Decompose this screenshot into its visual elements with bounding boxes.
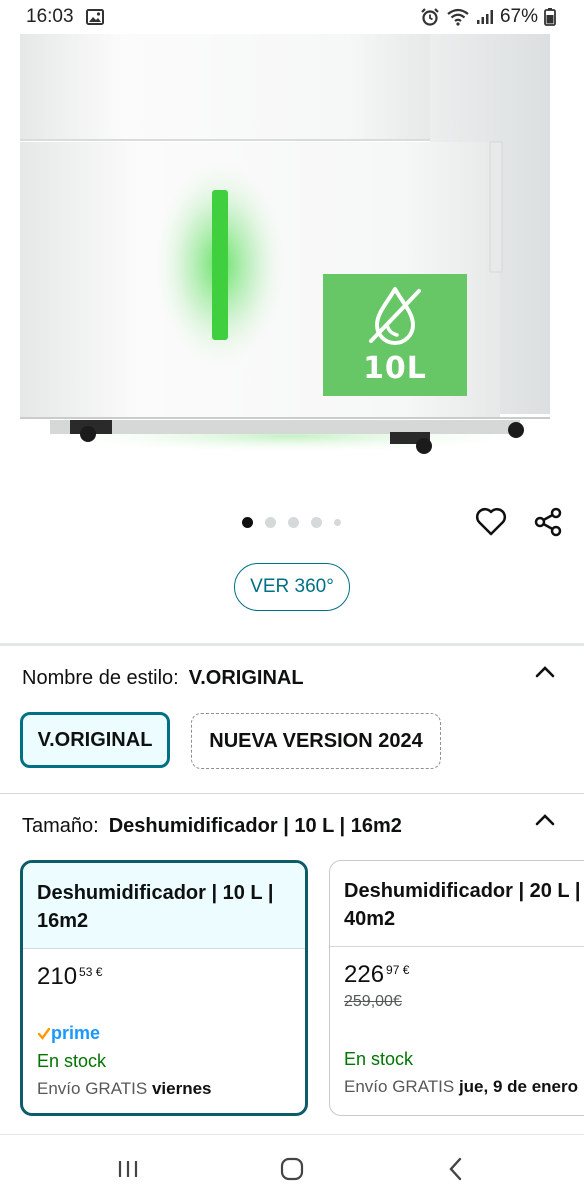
capacity-label: 10L (363, 350, 427, 386)
clock: 16:03 (26, 6, 74, 27)
recents-icon[interactable] (114, 1155, 142, 1183)
carousel-dot[interactable] (265, 517, 276, 528)
delivery-day: viernes (151, 1079, 212, 1098)
price-cents: 97 € (386, 963, 410, 977)
size-label: Tamaño: (22, 815, 99, 837)
style-option-original[interactable]: V.ORIGINAL (20, 712, 170, 768)
style-option-2024[interactable]: NUEVA VERSION 2024 (191, 713, 441, 769)
carousel-dot[interactable] (334, 519, 341, 526)
size-title-line: Deshumidificador | 10 L | (37, 882, 274, 904)
status-bar: 16:03 67% (0, 0, 584, 34)
delivery-day: jue, 9 de enero (458, 1077, 578, 1096)
style-name-label: Nombre de estilo: (22, 667, 179, 689)
size-option-title: Deshumidificador | 10 L | 16m2 (23, 863, 305, 949)
list-price: 259,00€ (344, 993, 402, 1010)
size-title-line: 16m2 (37, 910, 89, 932)
back-icon[interactable] (442, 1155, 470, 1183)
capacity-badge: 10L (323, 274, 467, 396)
home-icon[interactable] (278, 1155, 306, 1183)
size-option-card-20l[interactable]: Deshumidificador | 20 L | 40m2 226 97 € … (329, 860, 584, 1116)
delivery-prefix: Envío GRATIS (37, 1079, 148, 1098)
prime-label: prime (51, 1023, 101, 1043)
image-icon (85, 9, 104, 25)
alarm-icon (420, 7, 440, 27)
wifi-icon (446, 8, 470, 26)
carousel-dot[interactable] (311, 517, 322, 528)
stock-status: En stock (37, 1051, 107, 1071)
size-row: Tamaño: Deshumidificador | 10 L | 16m2 (22, 815, 402, 838)
heart-icon[interactable] (474, 506, 508, 538)
size-title-line: 40m2 (344, 908, 396, 930)
price-whole: 210 (37, 963, 78, 990)
battery-percent: 67% (499, 6, 538, 27)
style-name-value: V.ORIGINAL (188, 667, 304, 689)
delivery-prefix: Envío GRATIS (344, 1077, 455, 1096)
price-cents: 53 € (79, 965, 103, 979)
delivery-info: Envío GRATIS viernes (37, 1079, 212, 1099)
share-icon[interactable] (532, 506, 564, 538)
section-divider (0, 793, 584, 794)
stock-status: En stock (344, 1049, 414, 1069)
battery-icon (544, 8, 556, 26)
carousel-dots (242, 517, 341, 528)
carousel-dot[interactable] (288, 517, 299, 528)
price-whole: 226 (344, 961, 385, 988)
style-name-row: Nombre de estilo: V.ORIGINAL (22, 667, 304, 690)
carousel-dot[interactable] (242, 517, 253, 528)
chevron-up-icon[interactable] (533, 663, 557, 679)
chevron-up-icon[interactable] (533, 811, 557, 827)
prime-badge: prime (37, 1023, 100, 1044)
dehumidifier-illustration (20, 34, 550, 454)
delivery-info: Envío GRATIS jue, 9 de enero (344, 1077, 578, 1097)
system-nav-bar (0, 1134, 584, 1200)
size-option-title: Deshumidificador | 20 L | 40m2 (330, 861, 584, 947)
section-divider (0, 643, 584, 646)
water-drop-off-icon (369, 286, 421, 345)
size-title-line: Deshumidificador | 20 L | (344, 880, 581, 902)
price: 226 97 € (344, 961, 584, 989)
size-value: Deshumidificador | 10 L | 16m2 (108, 815, 402, 837)
size-option-card-10l[interactable]: Deshumidificador | 10 L | 16m2 210 53 € … (20, 860, 308, 1116)
carousel-controls (0, 500, 584, 544)
product-image[interactable]: 10L (0, 34, 584, 484)
signal-icon (476, 9, 494, 25)
view-360-button[interactable]: VER 360° (234, 563, 350, 611)
price: 210 53 € (37, 963, 291, 991)
prime-check-icon (37, 1027, 51, 1040)
